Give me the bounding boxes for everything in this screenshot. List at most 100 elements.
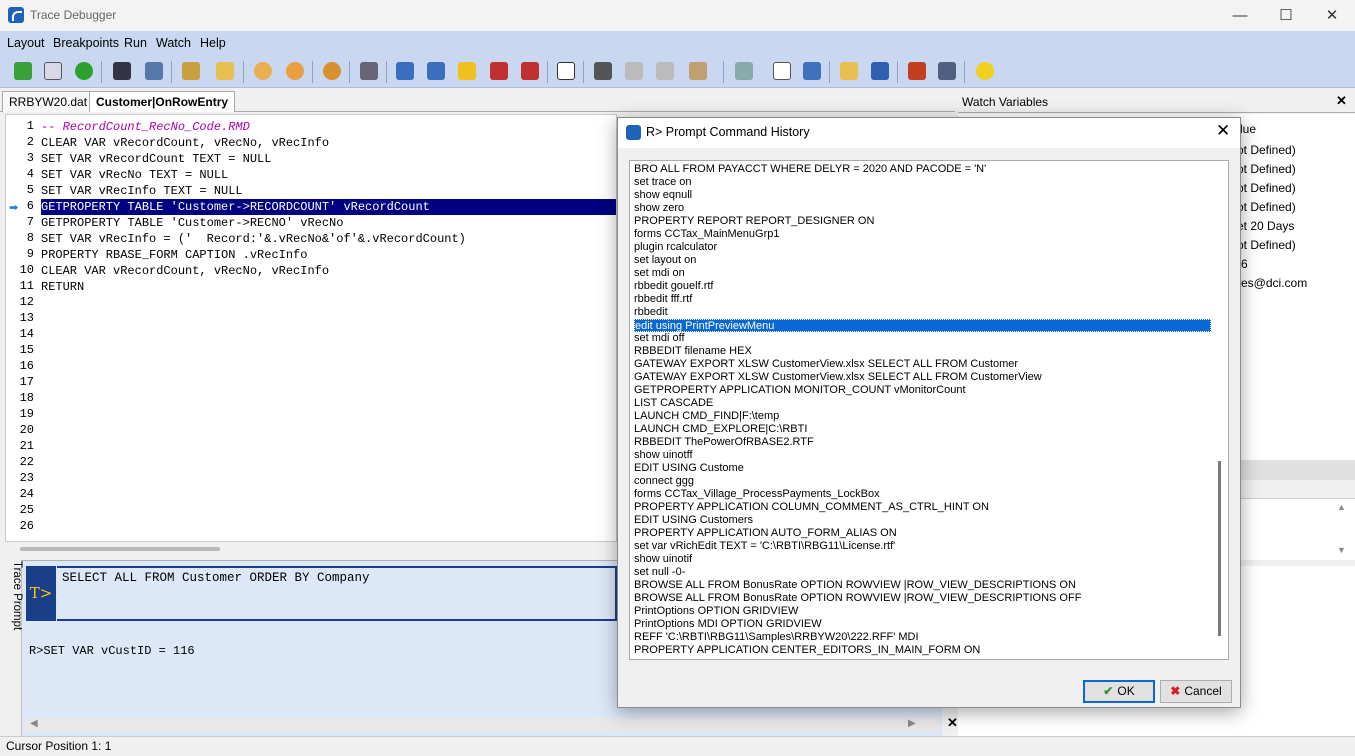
history-item[interactable]: rbbedit (634, 306, 1211, 319)
watch-output-box[interactable] (1240, 566, 1355, 736)
scroll-down-icon[interactable]: ▼ (1337, 545, 1346, 555)
history-item[interactable]: RBBEDIT filename HEX (634, 345, 1211, 358)
find-next-icon[interactable] (141, 58, 167, 84)
minimize-button[interactable]: — (1217, 0, 1263, 31)
help-icon[interactable] (972, 58, 998, 84)
code-editor[interactable]: 1 2 3 4 5 6 7 8 9 10 11 12 13 14 15 16 17 18 19 20 21 22 23 24 2… (5, 114, 617, 542)
history-item[interactable]: PrintOptions MDI OPTION GRIDVIEW (634, 618, 1211, 631)
watch-splitter[interactable] (1240, 460, 1355, 480)
history-item[interactable]: EDIT USING Custome (634, 462, 1211, 475)
copy-icon[interactable] (40, 58, 66, 84)
code-line: GETPROPERTY TABLE 'Customer->RECORDCOUNT… (41, 199, 616, 215)
lightning-icon[interactable] (454, 58, 480, 84)
menu-breakpoints[interactable]: Breakpoints (53, 36, 119, 50)
history-item[interactable]: show eqnull (634, 189, 1211, 202)
history-item[interactable]: show uinotif (634, 553, 1211, 566)
history-item[interactable]: rbbedit fff.rtf (634, 293, 1211, 306)
ok-button[interactable]: ✔ OK (1083, 680, 1155, 703)
menu-layout[interactable]: Layout (7, 36, 45, 50)
menu-help[interactable]: Help (200, 36, 226, 50)
line-number: 20 (19, 423, 34, 437)
binoculars-icon[interactable] (109, 58, 135, 84)
history-list[interactable]: BRO ALL FROM PAYACCT WHERE DELYR = 2020 … (629, 160, 1229, 660)
history-item[interactable]: PROPERTY REPORT REPORT_DESIGNER ON (634, 215, 1211, 228)
history-item[interactable]: EDIT USING Customers (634, 514, 1211, 527)
editor-horizontal-scrollbar[interactable] (20, 547, 220, 551)
close-button[interactable]: ✕ (1309, 0, 1355, 31)
history-item[interactable]: LAUNCH CMD_FIND|F:\temp (634, 410, 1211, 423)
history-item[interactable]: PrintOptions OPTION GRIDVIEW (634, 605, 1211, 618)
history-item[interactable]: forms CCTax_Village_ProcessPayments_Lock… (634, 488, 1211, 501)
stop-icon[interactable] (517, 58, 543, 84)
hand-remove-icon[interactable] (282, 58, 308, 84)
watch-value: es@dci.com (1241, 276, 1308, 290)
history-item[interactable]: PROPERTY APPLICATION COLUMN_COMMENT_AS_C… (634, 501, 1211, 514)
hand-all-icon[interactable] (319, 58, 345, 84)
tab-customer-onrowentry[interactable]: Customer|OnRowEntry (89, 91, 236, 112)
open-book-icon[interactable] (10, 58, 36, 84)
history-item[interactable]: set var vRichEdit TEXT = 'C:\RBTI\RBG11\… (634, 540, 1211, 553)
history-item[interactable]: set null -0- (634, 566, 1211, 579)
edit-watch-icon[interactable] (685, 58, 711, 84)
history-item[interactable]: PROPERTY APPLICATION AUTO_FORM_ALIAS ON (634, 527, 1211, 540)
history-scrollbar[interactable] (1218, 461, 1221, 636)
clear-icon[interactable] (731, 58, 757, 84)
menu-run[interactable]: Run (124, 36, 147, 50)
watch-close-icon[interactable]: ✕ (1336, 93, 1347, 109)
glasses-disabled-icon[interactable] (621, 58, 647, 84)
line-number: 22 (19, 455, 34, 469)
history-item[interactable]: REFF 'C:\RBTI\RBG11\Samples\RRBYW20\222.… (634, 631, 1211, 644)
step-over-icon[interactable] (423, 58, 449, 84)
history-item[interactable]: connect ggg (634, 475, 1211, 488)
history-item[interactable]: forms CCTax_MainMenuGrp1 (634, 228, 1211, 241)
hand-icon[interactable] (250, 58, 276, 84)
history-item[interactable]: GATEWAY EXPORT XLSW CustomerView.xlsx SE… (634, 358, 1211, 371)
trace-prompt-scrollbar[interactable] (24, 718, 940, 732)
history-item[interactable]: show uinotff (634, 449, 1211, 462)
history-item[interactable]: set mdi off (634, 332, 1211, 345)
cancel-label: Cancel (1184, 684, 1222, 698)
history-item[interactable]: BRO ALL FROM PAYACCT WHERE DELYR = 2020 … (634, 163, 1211, 176)
clear-all-icon[interactable] (934, 58, 960, 84)
history-item[interactable]: LAUNCH CMD_EXPLORE|C:\RBTI (634, 423, 1211, 436)
variables-icon[interactable] (799, 58, 825, 84)
scroll-up-icon[interactable]: ▲ (1337, 502, 1346, 512)
history-item[interactable]: rbbedit gouelf.rtf (634, 280, 1211, 293)
glasses-icon[interactable] (590, 58, 616, 84)
line-number: 1 (26, 119, 34, 133)
tab-rrbyw20[interactable]: RRBYW20.dat (2, 91, 95, 112)
scroll-left-icon[interactable]: ◀ (30, 718, 38, 729)
history-item[interactable]: set mdi on (634, 267, 1211, 280)
history-item[interactable]: show zero (634, 202, 1211, 215)
run-icon[interactable] (71, 58, 97, 84)
save-icon[interactable] (867, 58, 893, 84)
scroll-right-icon[interactable]: ▶ (908, 718, 916, 729)
menu-watch[interactable]: Watch (156, 36, 191, 50)
history-item[interactable]: plugin rcalculator (634, 241, 1211, 254)
document-icon[interactable] (769, 58, 795, 84)
history-item[interactable]: BROWSE ALL FROM BonusRate OPTION ROWVIEW… (634, 592, 1211, 605)
clear-alert-icon[interactable] (904, 58, 930, 84)
history-item[interactable]: PROPERTY APPLICATION CENTER_EDITORS_IN_M… (634, 644, 1211, 657)
history-item[interactable]: RBBEDIT ThePowerOfRBASE2.RTF (634, 436, 1211, 449)
history-item[interactable]: GATEWAY EXPORT XLSW CustomerView.xlsx SE… (634, 371, 1211, 384)
history-item[interactable]: LIST CASCADE (634, 397, 1211, 410)
line-number: 7 (26, 215, 34, 229)
folder-open-icon[interactable] (212, 58, 238, 84)
history-item[interactable]: set trace on (634, 176, 1211, 189)
step-into-icon[interactable] (392, 58, 418, 84)
cancel-button[interactable]: ✖ Cancel (1160, 680, 1232, 703)
database-icon[interactable] (178, 58, 204, 84)
trace-prompt-close-icon[interactable]: ✕ (947, 715, 958, 731)
history-item[interactable]: edit using PrintPreviewMenu (634, 319, 1211, 332)
open-folder-icon[interactable] (836, 58, 862, 84)
history-item[interactable]: GETPROPERTY APPLICATION MONITOR_COUNT vM… (634, 384, 1211, 397)
calendar-icon[interactable] (553, 58, 579, 84)
history-item[interactable]: set layout on (634, 254, 1211, 267)
print-icon[interactable] (356, 58, 382, 84)
dialog-close-button[interactable]: ✕ (1216, 121, 1230, 141)
maximize-button[interactable]: ☐ (1263, 0, 1309, 31)
step-out-icon[interactable] (486, 58, 512, 84)
edit-disabled-icon[interactable] (652, 58, 678, 84)
history-item[interactable]: BROWSE ALL FROM BonusRate OPTION ROWVIEW… (634, 579, 1211, 592)
